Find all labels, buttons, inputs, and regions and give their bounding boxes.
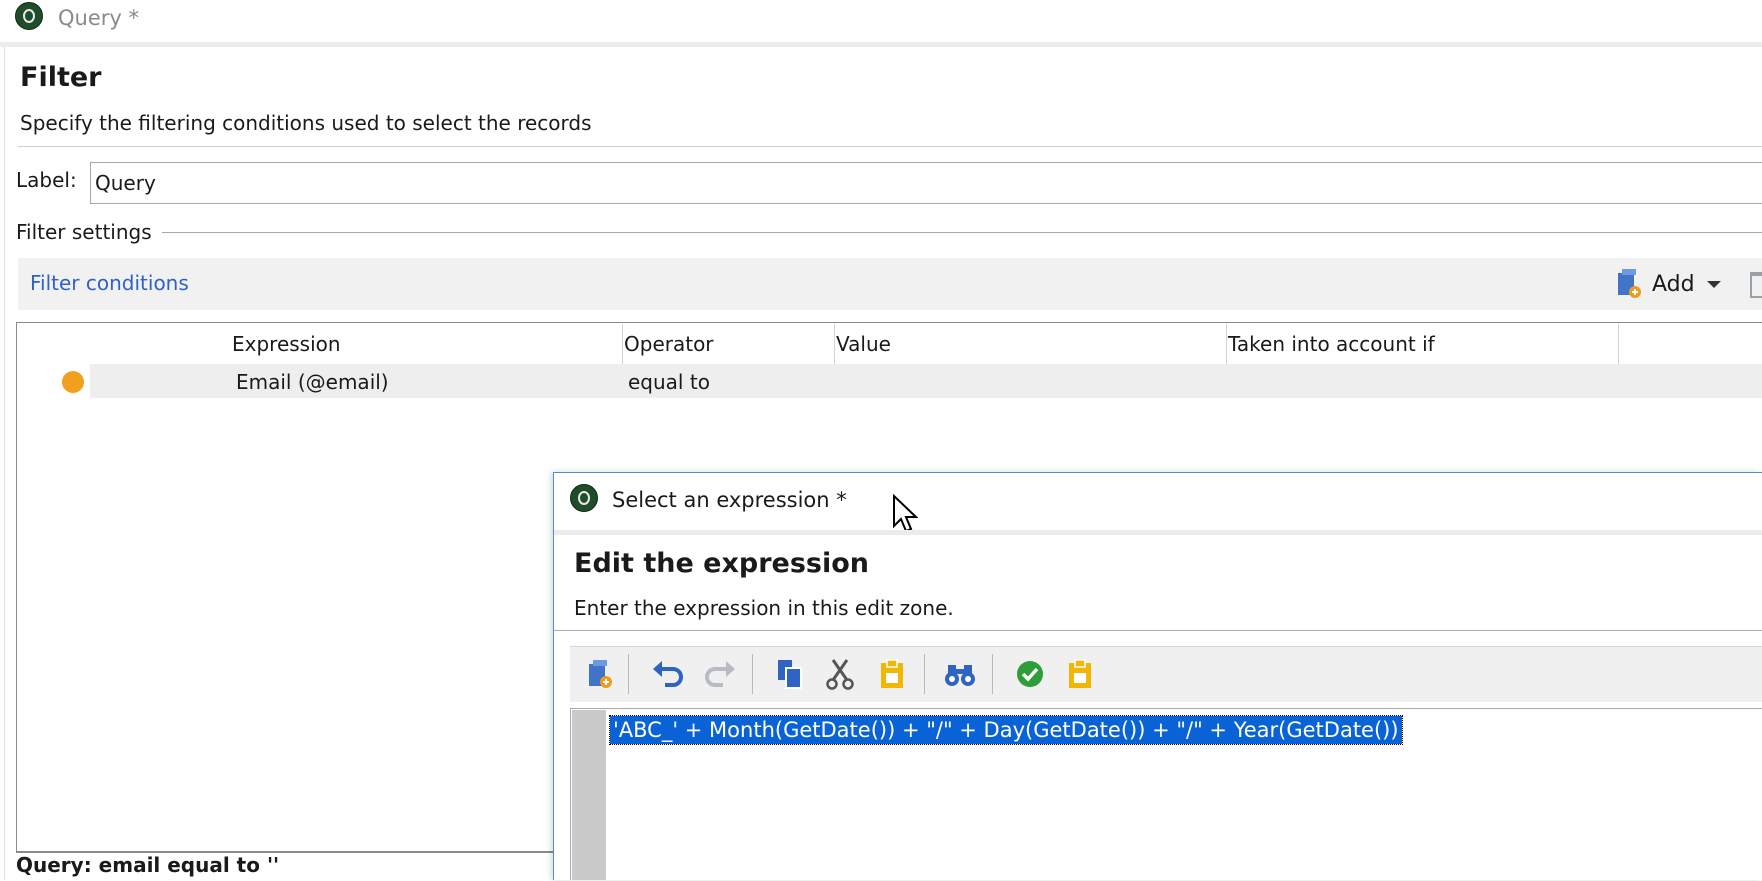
cut-icon[interactable] xyxy=(820,652,860,696)
toolbar-separator xyxy=(752,654,753,694)
label-input[interactable] xyxy=(90,162,1762,204)
add-button[interactable]: Add xyxy=(1616,266,1723,302)
fieldset-line xyxy=(162,232,1762,233)
copy-icon[interactable] xyxy=(770,652,810,696)
dialog-header-divider xyxy=(554,630,1762,631)
column-header-expression[interactable]: Expression xyxy=(232,332,341,356)
insert-function-icon[interactable] xyxy=(580,652,620,696)
dialog-subtitle: Enter the expression in this edit zone. xyxy=(574,596,954,620)
cell-operator[interactable]: equal to xyxy=(628,370,710,394)
page-subtitle: Specify the filtering conditions used to… xyxy=(20,111,592,135)
dialog-title: Select an expression * xyxy=(612,488,847,512)
column-header-value[interactable]: Value xyxy=(836,332,891,356)
filter-settings-legend: Filter settings xyxy=(16,220,156,244)
validate-icon[interactable] xyxy=(1010,652,1050,696)
toolbar-separator xyxy=(924,654,925,694)
cell-expression[interactable]: Email (@email) xyxy=(236,370,389,394)
column-separator xyxy=(622,324,623,364)
page-title: Filter xyxy=(20,62,102,93)
delete-icon[interactable] xyxy=(1750,272,1762,298)
toolbar-separator xyxy=(992,654,993,694)
label-caption: Label: xyxy=(16,168,77,192)
expression-text[interactable]: 'ABC_' + Month(GetDate()) + "/" + Day(Ge… xyxy=(609,715,1403,745)
status-dot-icon xyxy=(62,371,84,393)
find-icon[interactable] xyxy=(940,652,980,696)
undo-icon[interactable] xyxy=(648,652,688,696)
redo-icon[interactable] xyxy=(700,652,740,696)
column-separator xyxy=(834,324,835,364)
column-header-operator[interactable]: Operator xyxy=(624,332,714,356)
column-header-condition[interactable]: Taken into account if xyxy=(1228,332,1435,356)
add-condition-icon xyxy=(1618,269,1641,298)
window-title: Query * xyxy=(58,6,139,30)
column-separator xyxy=(1618,324,1619,364)
dialog-heading: Edit the expression xyxy=(574,548,870,579)
column-separator xyxy=(1226,324,1227,364)
clipboard-icon[interactable] xyxy=(1060,652,1100,696)
window-titlebar xyxy=(0,0,1762,42)
chevron-down-icon[interactable] xyxy=(1705,278,1723,290)
dialog-title-separator xyxy=(554,530,1762,535)
query-summary: Query: email equal to '' xyxy=(16,852,556,881)
filter-conditions-title[interactable]: Filter conditions xyxy=(30,271,189,295)
dialog-logo-icon xyxy=(570,484,598,512)
mouse-cursor-icon xyxy=(893,494,918,533)
editor-toolbar xyxy=(570,646,1762,702)
editor-gutter xyxy=(572,710,606,880)
paste-icon[interactable] xyxy=(872,652,912,696)
app-logo-icon xyxy=(15,2,43,30)
add-button-label: Add xyxy=(1652,271,1695,297)
filter-conditions-header xyxy=(18,258,1762,310)
header-divider xyxy=(18,146,1762,147)
toolbar-separator xyxy=(628,654,629,694)
